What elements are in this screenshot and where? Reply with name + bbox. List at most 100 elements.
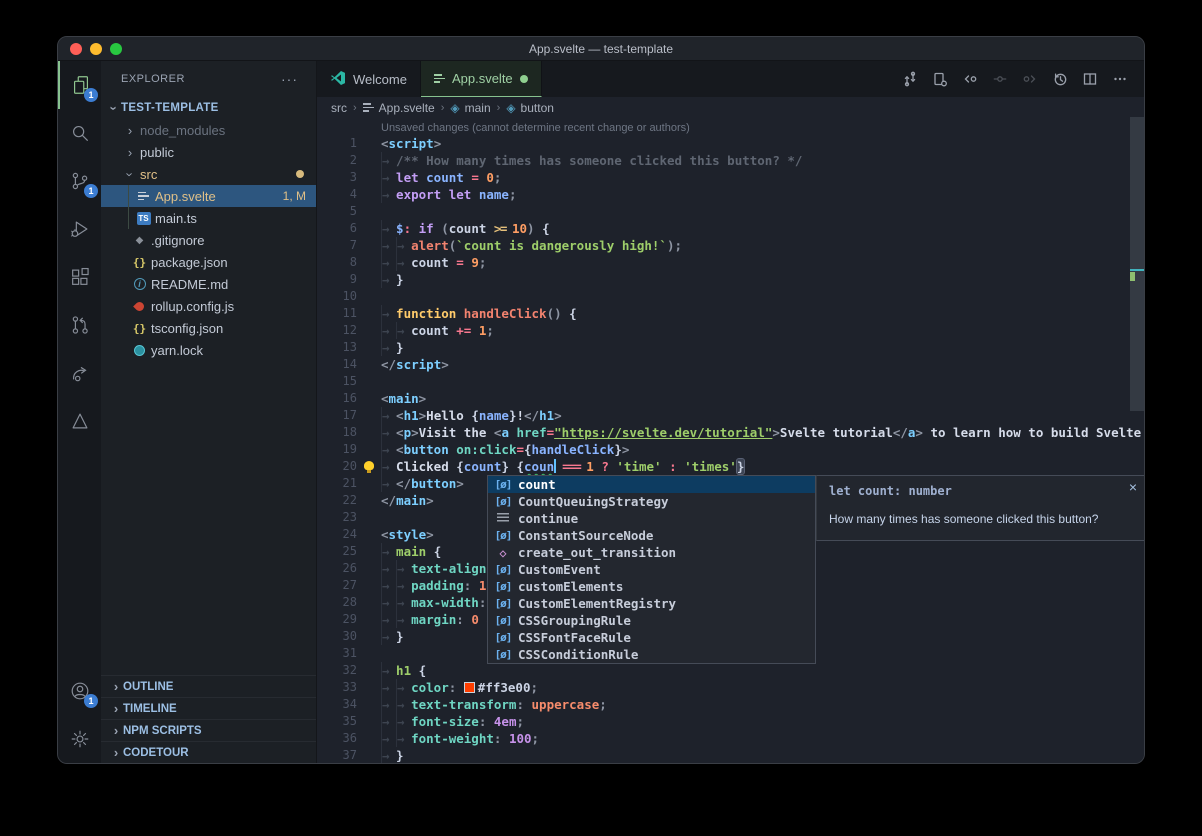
- suggestion-constantsourcenode[interactable]: [ø]ConstantSourceNode: [488, 527, 815, 544]
- code-line[interactable]: 1<script>: [317, 135, 1144, 152]
- code-line[interactable]: 15: [317, 373, 1144, 390]
- code-editor[interactable]: Unsaved changes (cannot determine recent…: [317, 118, 1144, 763]
- more-actions-icon[interactable]: ···: [281, 71, 298, 87]
- breadcrumb-item-main[interactable]: ◈main: [450, 101, 490, 115]
- code-token: =: [547, 425, 555, 440]
- minimize-button[interactable]: [90, 43, 102, 55]
- tree-item-package-json[interactable]: {}package.json: [101, 251, 316, 273]
- tree-item-src[interactable]: ›src: [101, 163, 316, 185]
- tree-item-yarn-lock[interactable]: yarn.lock: [101, 339, 316, 361]
- panel-codetour[interactable]: ›CODETOUR: [101, 741, 316, 763]
- activity-azure[interactable]: [58, 397, 101, 445]
- code-line[interactable]: 32→h1 {: [317, 662, 1144, 679]
- code-line[interactable]: 13→}: [317, 339, 1144, 356]
- code-line[interactable]: 35→→font-size: 4em;: [317, 713, 1144, 730]
- suggestion-cssgroupingrule[interactable]: [ø]CSSGroupingRule: [488, 612, 815, 629]
- open-changes-icon[interactable]: [927, 67, 952, 92]
- activity-extensions[interactable]: [58, 253, 101, 301]
- gitlens-graph-icon[interactable]: [897, 67, 922, 92]
- activity-settings[interactable]: [58, 715, 101, 763]
- tree-item-node-modules[interactable]: ›node_modules: [101, 119, 316, 141]
- code-line[interactable]: 3→let count = 0;: [317, 169, 1144, 186]
- previous-change-icon[interactable]: [957, 67, 982, 92]
- code-line[interactable]: 10: [317, 288, 1144, 305]
- activity-search[interactable]: [58, 109, 101, 157]
- next-change-icon[interactable]: [1017, 67, 1042, 92]
- more-actions-icon[interactable]: [1107, 67, 1132, 92]
- code-line[interactable]: 20→Clicked {count} {coun === 1 ? 'time' …: [317, 458, 1144, 475]
- breadcrumb-item-src[interactable]: src: [331, 101, 347, 115]
- code-line[interactable]: 34→→text-transform: uppercase;: [317, 696, 1144, 713]
- chevron-right-icon: ›: [109, 723, 123, 738]
- close-button[interactable]: [70, 43, 82, 55]
- workspace-root-folder[interactable]: › TEST-TEMPLATE: [101, 97, 316, 119]
- tab-welcome[interactable]: Welcome: [317, 61, 421, 97]
- indent-guide: →: [381, 441, 396, 458]
- code-line[interactable]: 16<main>: [317, 390, 1144, 407]
- code-token: style: [389, 527, 427, 542]
- code-token: >: [772, 425, 780, 440]
- breadcrumb-item-app-svelte[interactable]: App.svelte: [363, 101, 435, 115]
- tree-item-main-ts[interactable]: TSmain.ts: [101, 207, 316, 229]
- tree-item-rollup-config-js[interactable]: rollup.config.js: [101, 295, 316, 317]
- code-line[interactable]: 33→→color: #ff3e00;: [317, 679, 1144, 696]
- indent-guide: →: [381, 339, 396, 356]
- file-history-icon[interactable]: [1047, 67, 1072, 92]
- panel-timeline[interactable]: ›TIMELINE: [101, 697, 316, 719]
- code-line[interactable]: 11→function handleClick() {: [317, 305, 1144, 322]
- scrollbar[interactable]: [1130, 117, 1144, 411]
- code-line[interactable]: 2→/** How many times has someone clicked…: [317, 152, 1144, 169]
- activity-accounts[interactable]: 1: [58, 667, 101, 715]
- code-line[interactable]: 8→→count = 9;: [317, 254, 1144, 271]
- panel-npm-scripts[interactable]: ›NPM SCRIPTS: [101, 719, 316, 741]
- suggestion-customevent[interactable]: [ø]CustomEvent: [488, 561, 815, 578]
- code-line[interactable]: 19→<button on:click={handleClick}>: [317, 441, 1144, 458]
- suggestion-label: CustomEvent: [518, 562, 601, 577]
- code-line[interactable]: 37→}: [317, 747, 1144, 763]
- gitlens-codelens[interactable]: Unsaved changes (cannot determine recent…: [317, 121, 1144, 135]
- close-icon[interactable]: ×: [1129, 479, 1137, 495]
- activity-live-share[interactable]: [58, 349, 101, 397]
- suggestion-cssfontfacerule[interactable]: [ø]CSSFontFaceRule: [488, 629, 815, 646]
- suggestion-cssconditionrule[interactable]: [ø]CSSConditionRule: [488, 646, 815, 663]
- breadcrumb-item-button[interactable]: ◈button: [506, 101, 554, 115]
- tab-app-svelte[interactable]: App.svelte: [421, 61, 542, 97]
- current-change-icon[interactable]: [987, 67, 1012, 92]
- panel-outline[interactable]: ›OUTLINE: [101, 675, 316, 697]
- code-line[interactable]: 14</script>: [317, 356, 1144, 373]
- activity-explorer[interactable]: 1: [58, 61, 101, 109]
- line-number: 20: [317, 458, 357, 475]
- lightbulb-icon[interactable]: [364, 461, 374, 470]
- suggestion-customelementregistry[interactable]: [ø]CustomElementRegistry: [488, 595, 815, 612]
- suggestion-countqueuingstrategy[interactable]: [ø]CountQueuingStrategy: [488, 493, 815, 510]
- code-line[interactable]: 12→→count += 1;: [317, 322, 1144, 339]
- suggestion-customelements[interactable]: [ø]customElements: [488, 578, 815, 595]
- tree-item-tsconfig-json[interactable]: {}tsconfig.json: [101, 317, 316, 339]
- code-line[interactable]: 18→<p>Visit the <a href="https://svelte.…: [317, 424, 1144, 441]
- code-line[interactable]: 4→export let name;: [317, 186, 1144, 203]
- activity-source-control[interactable]: 1: [58, 157, 101, 205]
- suggestion-count[interactable]: [ø]count: [488, 476, 815, 493]
- line-number: 16: [317, 390, 357, 407]
- suggestion-create_out_transition[interactable]: ◇create_out_transition: [488, 544, 815, 561]
- zoom-button[interactable]: [110, 43, 122, 55]
- code-token: <: [381, 527, 389, 542]
- tree-item-app-svelte[interactable]: App.svelte1, M: [101, 185, 316, 207]
- code-line[interactable]: 17→<h1>Hello {name}!</h1>: [317, 407, 1144, 424]
- code-token: button: [404, 442, 449, 457]
- tree-item-public[interactable]: ›public: [101, 141, 316, 163]
- code-token: script: [396, 357, 441, 372]
- code-line[interactable]: 5: [317, 203, 1144, 220]
- code-token: handleClick: [532, 442, 615, 457]
- activity-run-debug[interactable]: [58, 205, 101, 253]
- suggestion-continue[interactable]: continue: [488, 510, 815, 527]
- code-line[interactable]: 6→$: if (count >= 10) {: [317, 220, 1144, 237]
- code-token: `count is dangerously high!`: [456, 238, 667, 253]
- tree-item-readme-md[interactable]: iREADME.md: [101, 273, 316, 295]
- split-editor-icon[interactable]: [1077, 67, 1102, 92]
- activity-github-pull-requests[interactable]: [58, 301, 101, 349]
- code-line[interactable]: 7→→alert(`count is dangerously high!`);: [317, 237, 1144, 254]
- tree-item--gitignore[interactable]: ◆.gitignore: [101, 229, 316, 251]
- code-line[interactable]: 9→}: [317, 271, 1144, 288]
- code-line[interactable]: 36→→font-weight: 100;: [317, 730, 1144, 747]
